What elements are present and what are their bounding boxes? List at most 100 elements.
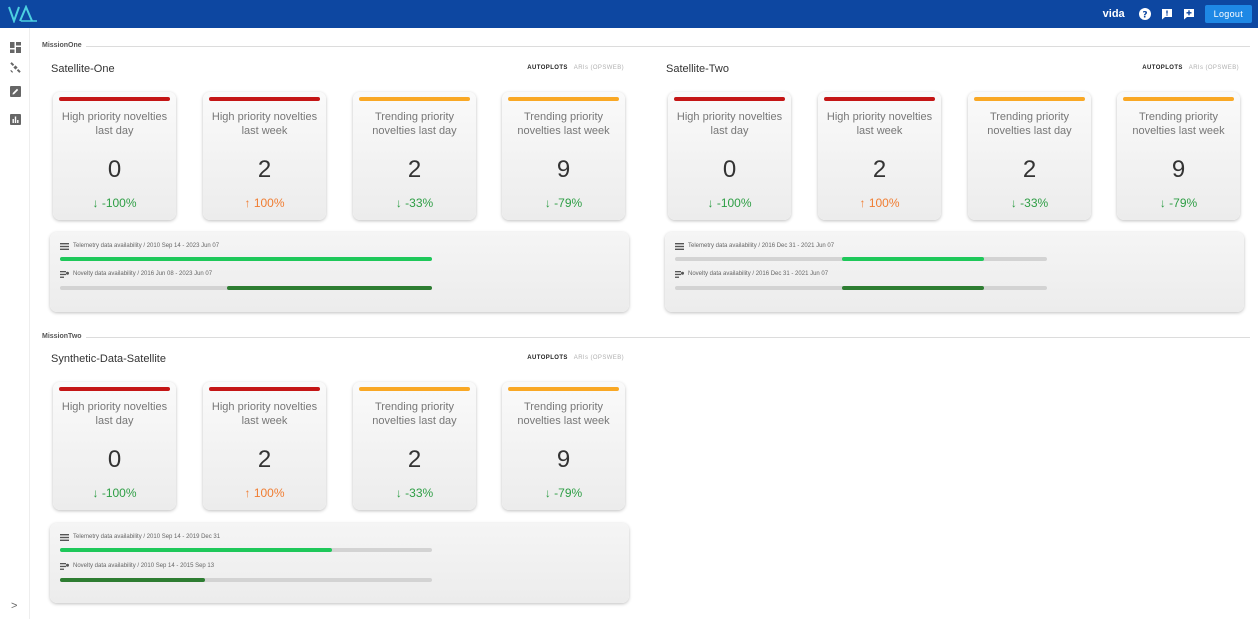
view-tabs: AUTOPLOTS ARIs (OPSWEB)	[527, 355, 624, 361]
novelty-card[interactable]: Trending priority novelties last day 2 ↓…	[353, 92, 476, 220]
novelty-card[interactable]: High priority novelties last day 0 ↓ -10…	[53, 92, 176, 220]
satellite-name: Synthetic-Data-Satellite	[51, 353, 166, 365]
user-name: vida	[1102, 8, 1125, 20]
priority-bar	[59, 97, 170, 101]
novelty-availability-label: Novelty data availability / 2010 Sep 14 …	[73, 563, 215, 569]
novelty-availability-row: Novelty data availability / 2016 Jun 08 …	[60, 269, 212, 279]
novelty-card[interactable]: Trending priority novelties last week 9 …	[1117, 92, 1240, 220]
card-change: ↓ -79%	[544, 196, 583, 210]
priority-bar	[824, 97, 935, 101]
satellite-panel: Satellite-One AUTOPLOTS ARIs (OPSWEB) Hi…	[35, 54, 634, 318]
novelty-availability-row: Novelty data availability / 2010 Sep 14 …	[60, 561, 214, 571]
novelty-availability-fill	[60, 578, 206, 582]
list-icon	[60, 242, 69, 250]
card-title: Trending priority novelties last day	[372, 401, 457, 427]
card-value: 2	[257, 156, 272, 183]
card-value: 0	[107, 446, 122, 473]
priority-bar	[59, 387, 170, 391]
tab-aris-opsweb[interactable]: ARIs (OPSWEB)	[574, 65, 624, 71]
novelty-availability-fill	[842, 286, 984, 290]
logout-button[interactable]: Logout	[1204, 5, 1252, 23]
card-value: 2	[1022, 156, 1037, 183]
vida-logo[interactable]	[8, 5, 38, 23]
priority-bar	[508, 97, 619, 101]
satellite-panel: Satellite-Two AUTOPLOTS ARIs (OPSWEB) Hi…	[650, 54, 1249, 318]
priority-bar	[209, 387, 320, 391]
satellite-name: Satellite-Two	[666, 63, 729, 75]
tab-aris-opsweb[interactable]: ARIs (OPSWEB)	[574, 355, 624, 361]
card-value: 9	[1171, 156, 1186, 183]
card-change: ↑ 100%	[244, 196, 285, 210]
list-icon	[60, 533, 69, 541]
card-title: Trending priority novelties last day	[372, 111, 457, 137]
svg-text:?: ?	[1142, 11, 1147, 21]
card-change: ↓ -79%	[544, 486, 583, 500]
telemetry-availability-row: Telemetry data availability / 2016 Dec 3…	[675, 241, 834, 251]
mission-divider	[42, 46, 1250, 47]
card-title: High priority novelties last day	[61, 111, 168, 137]
novelty-availability-label: Novelty data availability / 2016 Dec 31 …	[688, 271, 829, 277]
telemetry-availability-bar	[60, 548, 432, 552]
chart-icon[interactable]	[10, 112, 21, 125]
novelty-card[interactable]: Trending priority novelties last week 9 …	[502, 382, 625, 510]
tab-aris-opsweb[interactable]: ARIs (OPSWEB)	[1189, 65, 1239, 71]
expand-sidebar-icon[interactable]: >	[11, 600, 17, 612]
satellite-name: Satellite-One	[51, 63, 115, 75]
mission-name: MissionOne	[42, 40, 86, 52]
top-app-bar: vida ? Logout	[0, 0, 1258, 28]
novelty-card[interactable]: Trending priority novelties last week 9 …	[502, 92, 625, 220]
priority-bar	[209, 97, 320, 101]
mission-header: MissionOne	[42, 40, 1250, 52]
card-title: High priority novelties last week	[211, 401, 318, 427]
novelty-card[interactable]: High priority novelties last day 0 ↓ -10…	[53, 382, 176, 510]
novelty-card[interactable]: Trending priority novelties last day 2 ↓…	[353, 382, 476, 510]
edit-note-icon[interactable]	[10, 84, 21, 97]
novelty-list-icon	[675, 270, 684, 278]
novelty-list-icon	[60, 562, 69, 570]
card-change: ↓ -33%	[395, 486, 434, 500]
card-title: High priority novelties last week	[211, 111, 318, 137]
feedback-icon[interactable]	[1161, 8, 1173, 20]
novelty-availability-label: Novelty data availability / 2016 Jun 08 …	[73, 271, 213, 277]
card-change: ↓ -33%	[1010, 196, 1049, 210]
card-title: High priority novelties last week	[826, 111, 933, 137]
card-change: ↑ 100%	[859, 196, 900, 210]
card-value: 2	[407, 446, 422, 473]
priority-bar	[359, 387, 470, 391]
card-value: 2	[407, 156, 422, 183]
telemetry-availability-bar	[60, 257, 432, 261]
list-icon	[675, 242, 684, 250]
novelty-availability-bar	[60, 578, 432, 582]
novelty-availability-bar	[60, 286, 432, 290]
novelty-availability-fill	[227, 286, 432, 290]
card-change: ↑ 100%	[244, 486, 285, 500]
novelty-card[interactable]: Trending priority novelties last day 2 ↓…	[968, 92, 1091, 220]
priority-bar	[359, 97, 470, 101]
dashboard-icon[interactable]	[10, 40, 21, 53]
satellite-icon[interactable]	[10, 60, 21, 73]
tab-autoplots[interactable]: AUTOPLOTS	[527, 65, 568, 71]
tab-autoplots[interactable]: AUTOPLOTS	[527, 355, 568, 361]
novelty-availability-row: Novelty data availability / 2016 Dec 31 …	[675, 269, 828, 279]
add-comment-icon[interactable]	[1183, 8, 1195, 20]
telemetry-availability-fill	[60, 548, 332, 552]
novelty-card[interactable]: High priority novelties last day 0 ↓ -10…	[668, 92, 791, 220]
novelty-card[interactable]: High priority novelties last week 2 ↑ 10…	[203, 92, 326, 220]
card-change: ↓ -100%	[92, 486, 137, 500]
priority-bar	[508, 387, 619, 391]
telemetry-availability-fill	[60, 257, 432, 261]
mission-header: MissionTwo	[42, 331, 1250, 343]
telemetry-availability-label: Telemetry data availability / 2010 Sep 1…	[73, 243, 220, 249]
novelty-card[interactable]: High priority novelties last week 2 ↑ 10…	[818, 92, 941, 220]
view-tabs: AUTOPLOTS ARIs (OPSWEB)	[1142, 65, 1239, 71]
tab-autoplots[interactable]: AUTOPLOTS	[1142, 65, 1183, 71]
card-value: 0	[722, 156, 737, 183]
novelty-card[interactable]: High priority novelties last week 2 ↑ 10…	[203, 382, 326, 510]
help-icon[interactable]: ?	[1138, 8, 1151, 21]
card-value: 0	[107, 156, 122, 183]
card-value: 2	[257, 446, 272, 473]
card-title: High priority novelties last day	[61, 401, 168, 427]
card-title: Trending priority novelties last day	[987, 111, 1072, 137]
card-value: 2	[872, 156, 887, 183]
telemetry-availability-label: Telemetry data availability / 2016 Dec 3…	[688, 243, 835, 249]
